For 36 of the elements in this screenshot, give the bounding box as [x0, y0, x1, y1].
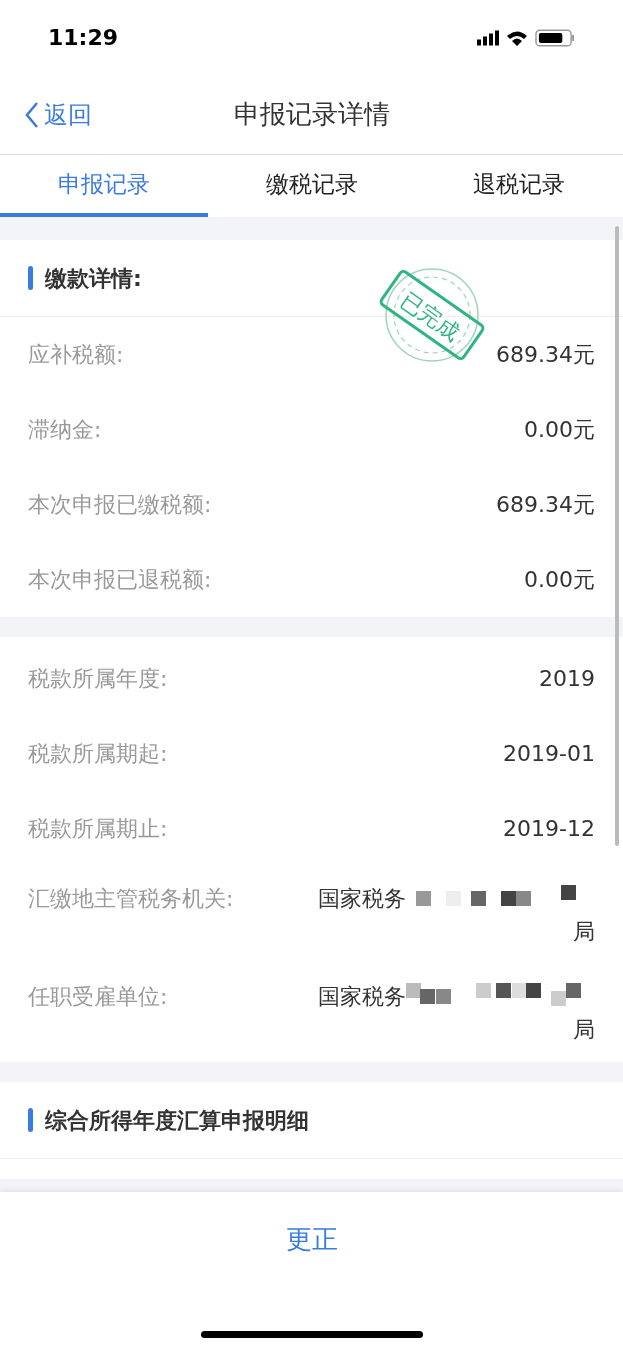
- field-label: 本次申报已退税额:: [28, 566, 212, 594]
- correct-button[interactable]: 更正: [269, 1220, 354, 1259]
- field-label: 税款所属期起:: [28, 740, 168, 768]
- back-button[interactable]: 返回: [0, 96, 92, 133]
- field-label: 汇缴地主管税务机关:: [28, 885, 235, 913]
- battery-icon: [535, 28, 575, 47]
- field-label: 滞纳金:: [28, 416, 102, 444]
- field-value: 局: [573, 918, 595, 946]
- field-label: 税款所属期止:: [28, 815, 168, 843]
- section-title: 综合所得年度汇算申报明细: [45, 1106, 309, 1135]
- signal-icon: [477, 29, 499, 46]
- section-title: 缴款详情:: [45, 264, 142, 293]
- field-value: 0.00元: [524, 566, 595, 594]
- field-value: 2019-12: [503, 815, 595, 843]
- scroll-bar[interactable]: [615, 226, 619, 846]
- field-value: 689.34元: [496, 491, 595, 519]
- status-time: 11:29: [48, 24, 119, 52]
- field-label: 本次申报已缴税额:: [28, 491, 212, 519]
- wifi-icon: [507, 29, 527, 46]
- tab[interactable]: 退税记录: [415, 155, 623, 217]
- field-label: 任职受雇单位:: [28, 983, 169, 1011]
- field-value: 0.00元: [524, 416, 595, 444]
- tab[interactable]: 申报记录: [0, 155, 208, 217]
- section-marker: [28, 1108, 33, 1132]
- tab[interactable]: 缴税记录: [207, 155, 416, 217]
- field-value: 689.34元: [496, 341, 595, 369]
- field-label: 应补税额:: [28, 341, 124, 369]
- field-value: 国家税务: [318, 885, 406, 913]
- page-title: 申报记录详情: [233, 98, 390, 131]
- field-value: 2019: [539, 665, 595, 693]
- chevron-left-icon: [24, 100, 40, 129]
- section-marker: [28, 266, 33, 290]
- field-value: 局: [573, 1016, 595, 1044]
- field-value: 国家税务: [318, 983, 406, 1011]
- field-value: 2019-01: [503, 740, 595, 768]
- field-label: 税款所属年度:: [28, 665, 168, 693]
